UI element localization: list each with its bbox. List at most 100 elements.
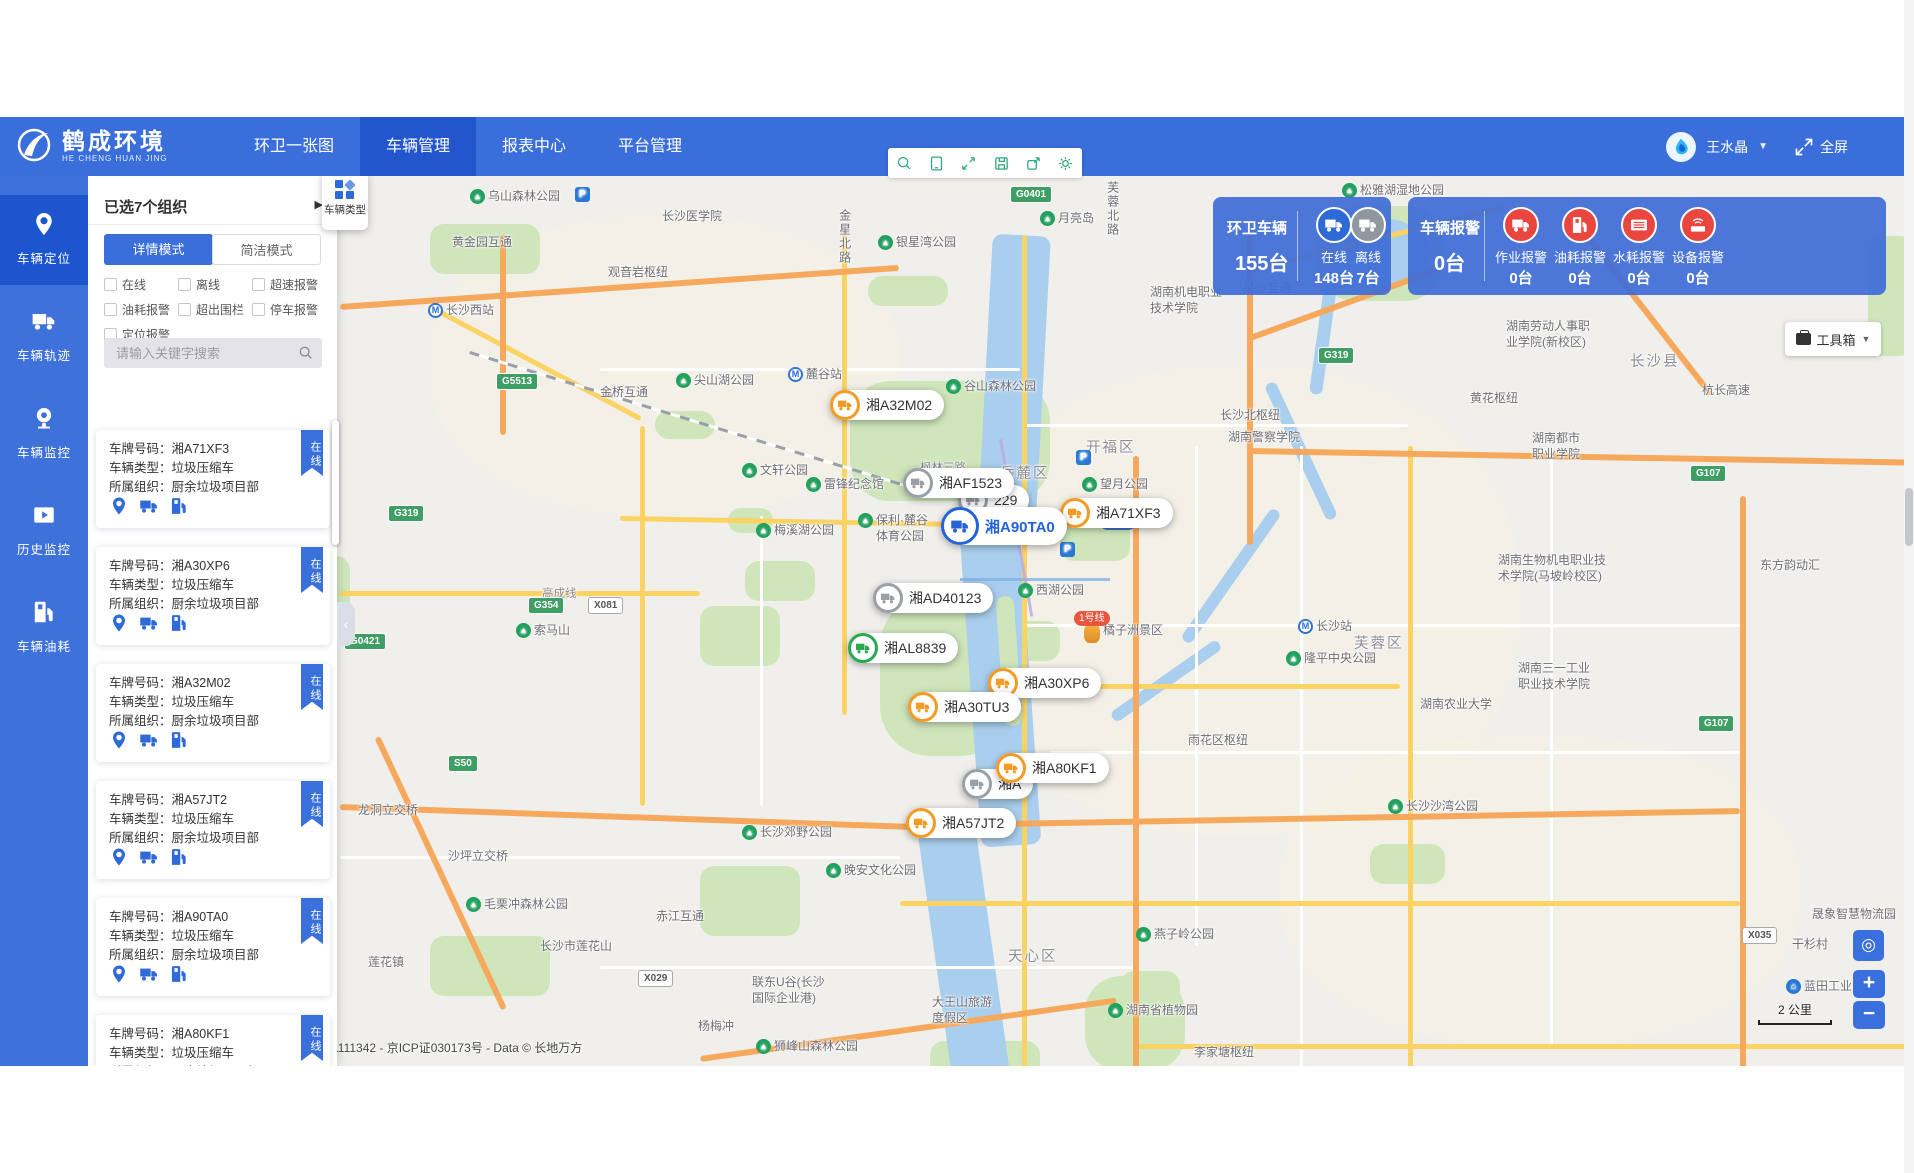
- app-logo: 鹤成环境 HE CHENG HUAN JING: [14, 125, 168, 165]
- map-label: 杭长高速: [1702, 383, 1750, 399]
- vehicle-marker-湘AL8839[interactable]: 湘AL8839: [848, 633, 958, 663]
- map-label: 黄金园互通: [452, 235, 512, 251]
- vehicle-marker-湘A30TU3[interactable]: 湘A30TU3: [908, 692, 1021, 722]
- sidebar-item-cam[interactable]: 车辆监控: [0, 389, 88, 479]
- locate-icon[interactable]: [109, 730, 129, 750]
- cam-icon: [31, 405, 57, 431]
- map-label: 赤江互通: [656, 909, 704, 925]
- fuel-icon[interactable]: [169, 730, 189, 750]
- tablet-icon[interactable]: [928, 155, 945, 172]
- locate-icon[interactable]: [109, 847, 129, 867]
- map-label: 金桥互通: [600, 385, 648, 401]
- map-scale: 2 公里: [1758, 1001, 1832, 1025]
- vehicle-type: 车辆类型：垃圾压缩车: [109, 691, 234, 710]
- collapse-panel-handle[interactable]: ‹: [337, 602, 355, 646]
- metro-icon: M: [428, 303, 443, 318]
- map-label: 东方韵动汇: [1760, 558, 1820, 574]
- map-label: M长沙西站: [428, 303, 494, 319]
- park-icon: ▲: [742, 463, 757, 478]
- fuel-icon[interactable]: [169, 964, 189, 984]
- share-icon[interactable]: [1025, 155, 1042, 172]
- park-icon: ▲: [756, 523, 771, 538]
- toolbox-button[interactable]: 工具箱 ▼: [1785, 322, 1881, 356]
- save-icon[interactable]: [993, 155, 1010, 172]
- vehicle-card[interactable]: 车牌号码：湘A57JT2车辆类型：垃圾压缩车所属组织：厨余垃圾项目部在线: [96, 781, 330, 879]
- offline-label: 离线: [1339, 247, 1397, 266]
- track-icon[interactable]: [139, 730, 159, 750]
- track-icon[interactable]: [139, 847, 159, 867]
- avatar[interactable]: [1666, 132, 1696, 162]
- marker-plate: 湘A80KF1: [1032, 758, 1097, 778]
- sidebar-item-pin[interactable]: 车辆定位: [0, 195, 88, 285]
- map-label: 长沙北枢纽: [1220, 408, 1280, 424]
- nav-item[interactable]: 环卫一张图: [228, 117, 360, 176]
- track-icon[interactable]: [139, 613, 159, 633]
- map-label: 长沙医学院: [662, 209, 722, 225]
- vehicle-card[interactable]: 车牌号码：湘A30XP6车辆类型：垃圾压缩车所属组织：厨余垃圾项目部在线: [96, 547, 330, 645]
- vehicle-marker-湘A90TA0[interactable]: 湘A90TA0: [941, 507, 1067, 545]
- map-label: ▲梅溪湖公园: [756, 523, 834, 539]
- vehicle-org: 所属组织：厨余垃圾项目部: [109, 944, 259, 963]
- vehicle-card[interactable]: 车牌号码：湘A32M02车辆类型：垃圾压缩车所属组织：厨余垃圾项目部在线: [96, 664, 330, 762]
- fuel-icon[interactable]: [169, 613, 189, 633]
- vehicle-marker-湘A80KF1[interactable]: 湘A80KF1: [996, 753, 1109, 783]
- vehicle-marker-湘AD40123[interactable]: 湘AD40123: [873, 583, 993, 613]
- park-icon: ▲: [1136, 927, 1151, 942]
- map-label: ▲乌山森林公园: [470, 189, 560, 205]
- vehicle-org: 所属组织：厨余垃圾项目部: [109, 827, 259, 846]
- park-icon: ▲: [466, 897, 481, 912]
- locate-icon[interactable]: [109, 613, 129, 633]
- nav-menu: 环卫一张图车辆管理报表中心平台管理: [228, 117, 708, 176]
- nav-item[interactable]: 车辆管理: [360, 117, 476, 176]
- nav-item[interactable]: 平台管理: [592, 117, 708, 176]
- vehicle-type-button[interactable]: 车辆类型: [322, 172, 368, 230]
- map-label: 橘子洲景区: [1084, 623, 1163, 643]
- page-scrollbar[interactable]: [1904, 0, 1914, 1173]
- vehicle-marker-湘AF1523[interactable]: 湘AF1523: [903, 468, 1014, 498]
- toolbox-icon: [1796, 333, 1811, 345]
- road-shield: G319: [1318, 347, 1354, 364]
- sidebar-item-fuel[interactable]: 车辆油耗: [0, 583, 88, 673]
- vehicle-card[interactable]: 车牌号码：湘A71XF3车辆类型：垃圾压缩车所属组织：厨余垃圾项目部在线: [96, 430, 330, 528]
- pin-icon: [31, 211, 57, 237]
- locate-button[interactable]: ◎: [1853, 930, 1884, 961]
- sidebar-item-vid[interactable]: 历史监控: [0, 486, 88, 576]
- park-icon: ▲: [1108, 1003, 1123, 1018]
- vehicle-marker-湘A57JT2[interactable]: 湘A57JT2: [906, 808, 1016, 838]
- map-label: 长沙市莲花山: [540, 939, 612, 955]
- search-area-icon[interactable]: [896, 155, 913, 172]
- zoom-in-button[interactable]: +: [1853, 970, 1885, 998]
- map-label: 干杉村: [1792, 937, 1828, 953]
- locate-icon[interactable]: [109, 964, 129, 984]
- vehicle-marker-湘A32M02[interactable]: 湘A32M02: [830, 390, 944, 420]
- fullscreen-button[interactable]: 全屏: [1794, 137, 1848, 157]
- track-icon[interactable]: [139, 964, 159, 984]
- logo-subtitle: HE CHENG HUAN JING: [62, 154, 168, 163]
- map-label: P: [1060, 542, 1078, 557]
- track-icon[interactable]: [139, 496, 159, 516]
- expand-map-icon[interactable]: [960, 155, 977, 172]
- locate-icon[interactable]: [109, 496, 129, 516]
- zoom-out-button[interactable]: −: [1853, 1001, 1885, 1029]
- fuel-icon[interactable]: [169, 496, 189, 516]
- fullscreen-label: 全屏: [1820, 137, 1848, 157]
- truck-alarm-icon: [1503, 207, 1539, 243]
- gear-icon[interactable]: [1057, 155, 1074, 172]
- water-alarm-icon: [1621, 207, 1657, 243]
- vehicle-marker-湘A71XF3[interactable]: 湘A71XF3: [1060, 498, 1173, 528]
- fullscreen-icon: [1794, 137, 1814, 157]
- chevron-down-icon[interactable]: ▼: [1758, 141, 1768, 152]
- page-scrollbar-thumb[interactable]: [1905, 488, 1913, 546]
- scale-label: 2 公里: [1778, 1003, 1812, 1017]
- fuel-icon[interactable]: [169, 847, 189, 867]
- nav-item[interactable]: 报表中心: [476, 117, 592, 176]
- sidebar: 车辆定位车辆轨迹车辆监控历史监控车辆油耗: [0, 176, 88, 1066]
- vehicle-card[interactable]: 车牌号码：湘A90TA0车辆类型：垃圾压缩车所属组织：厨余垃圾项目部在线: [96, 898, 330, 996]
- park-icon: ▲: [878, 235, 893, 250]
- sidebar-item-truck[interactable]: 车辆轨迹: [0, 292, 88, 382]
- panel-scrollbar[interactable]: [332, 420, 339, 545]
- vehicle-card[interactable]: 车牌号码：湘A80KF1车辆类型：垃圾压缩车所属组织：厨余垃圾项目部在线: [96, 1015, 330, 1066]
- fleet-title: 环卫车辆: [1227, 217, 1287, 238]
- map-label: ▲索马山: [516, 623, 570, 639]
- user-name[interactable]: 王水晶: [1706, 137, 1748, 157]
